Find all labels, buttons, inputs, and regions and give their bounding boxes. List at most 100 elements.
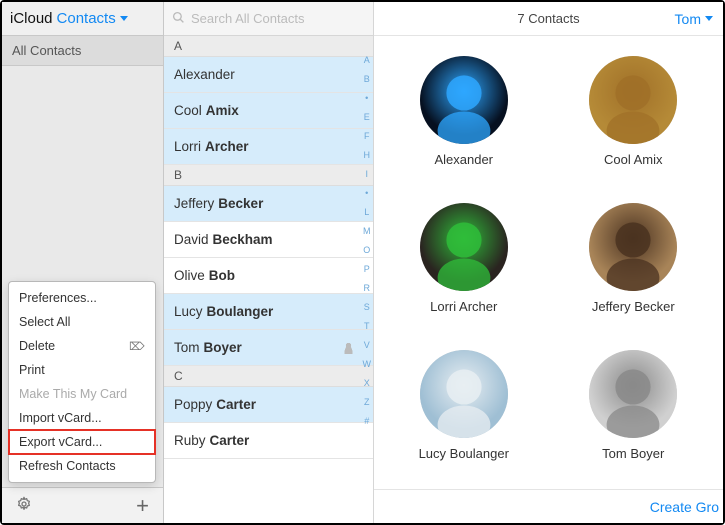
last-name: Boulanger [207,304,274,319]
index-letter[interactable]: # [364,417,369,426]
last-name: Carter [216,397,256,412]
detail-pane: 7 Contacts Tom Alexander Cool Amix Lorri… [374,2,723,523]
create-group-button[interactable]: Create Gro [650,499,719,515]
first-name: Poppy [174,397,212,412]
index-letter[interactable]: W [363,360,372,369]
first-name: Alexander [174,67,235,82]
group-label: All Contacts [12,43,81,58]
first-name: Olive [174,268,205,283]
contact-card[interactable]: Cool Amix [554,56,714,185]
index-letter[interactable]: B [364,75,370,84]
menu-item[interactable]: Preferences... [9,286,155,310]
detail-footer: Create Gro [374,489,723,523]
index-letter[interactable]: • [365,189,368,198]
avatar [589,56,677,144]
first-name: Jeffery [174,196,214,211]
sidebar-item-all-contacts[interactable]: All Contacts [2,36,163,66]
chevron-down-icon [120,16,128,21]
contact-row[interactable]: Ruby Carter [164,423,373,459]
index-letter[interactable]: V [364,341,370,350]
menu-item[interactable]: Select All [9,310,155,334]
account-menu[interactable]: Tom [675,11,713,27]
contact-row[interactable]: Poppy Carter [164,387,373,423]
menu-item[interactable]: Delete⌫ [9,334,155,358]
last-name: Beckham [213,232,273,247]
index-letter[interactable]: R [364,284,371,293]
menu-item[interactable]: Refresh Contacts [9,454,155,478]
selection-count: 7 Contacts [517,11,579,26]
index-letter[interactable]: E [364,113,370,122]
index-letter[interactable]: S [364,303,370,312]
card-name: Lorri Archer [430,299,497,314]
card-name: Alexander [434,152,493,167]
search-bar [164,2,373,36]
add-button[interactable]: + [136,493,149,519]
section-header: A [164,36,373,57]
index-letter[interactable]: P [364,265,370,274]
index-letter[interactable]: I [365,170,368,179]
card-name: Tom Boyer [602,446,664,461]
menu-item: Make This My Card [9,382,155,406]
delete-icon: ⌫ [129,340,145,353]
index-letter[interactable]: O [363,246,370,255]
contact-row[interactable]: Lorri Archer [164,129,373,165]
detail-header: 7 Contacts Tom [374,2,723,36]
brand-label: iCloud [10,10,53,27]
account-name: Tom [675,11,701,27]
contact-row[interactable]: TomBoyer [164,330,373,366]
avatar [420,203,508,291]
avatar [420,56,508,144]
section-header: C [164,366,373,387]
index-letter[interactable]: T [364,322,370,331]
search-icon [172,11,185,27]
card-name: Cool Amix [604,152,663,167]
avatar [589,350,677,438]
search-input[interactable] [191,11,365,26]
last-name: Archer [205,139,249,154]
contact-row[interactable]: David Beckham [164,222,373,258]
sidebar-header: iCloud Contacts [2,2,163,36]
avatar [420,350,508,438]
contact-list: AAlexanderCoolAmixLorriArcherBJefferyBec… [164,36,373,523]
index-letter[interactable]: A [364,56,370,65]
gear-icon[interactable] [16,496,32,515]
alphabet-index[interactable]: A B • E F H I • L M O P R S T V W X Z # [363,56,372,426]
avatar [589,203,677,291]
contact-row[interactable]: CoolAmix [164,93,373,129]
contact-card[interactable]: Lucy Boulanger [384,350,544,479]
me-card-icon [342,341,355,354]
contact-card[interactable]: Jeffery Becker [554,203,714,332]
first-name: David [174,232,209,247]
contact-card[interactable]: Alexander [384,56,544,185]
last-name: Bob [209,268,235,283]
first-name: Ruby [174,433,206,448]
section-header: B [164,165,373,186]
sidebar-footer: + [2,487,163,523]
app-switcher[interactable]: Contacts [57,10,128,27]
menu-item[interactable]: Print [9,358,155,382]
index-letter[interactable]: • [365,94,368,103]
card-name: Lucy Boulanger [419,446,509,461]
menu-item[interactable]: Import vCard... [9,406,155,430]
contact-row[interactable]: Olive Bob [164,258,373,294]
contact-card[interactable]: Lorri Archer [384,203,544,332]
first-name: Lorri [174,139,201,154]
menu-item[interactable]: Export vCard... [9,430,155,454]
contact-grid: Alexander Cool Amix Lorri Archer Jeffery… [374,36,723,489]
gear-context-menu: Preferences...Select AllDelete⌫PrintMake… [8,281,156,483]
index-letter[interactable]: F [364,132,370,141]
sidebar: iCloud Contacts All Contacts Preferences… [2,2,164,523]
index-letter[interactable]: X [364,379,370,388]
index-letter[interactable]: H [364,151,371,160]
index-letter[interactable]: L [364,208,369,217]
contact-row[interactable]: Alexander [164,57,373,93]
last-name: Boyer [204,340,242,355]
first-name: Cool [174,103,202,118]
contact-row[interactable]: JefferyBecker [164,186,373,222]
last-name: Carter [210,433,250,448]
index-letter[interactable]: M [363,227,371,236]
contact-row[interactable]: LucyBoulanger [164,294,373,330]
index-letter[interactable]: Z [364,398,370,407]
chevron-down-icon [705,16,713,21]
contact-card[interactable]: Tom Boyer [554,350,714,479]
